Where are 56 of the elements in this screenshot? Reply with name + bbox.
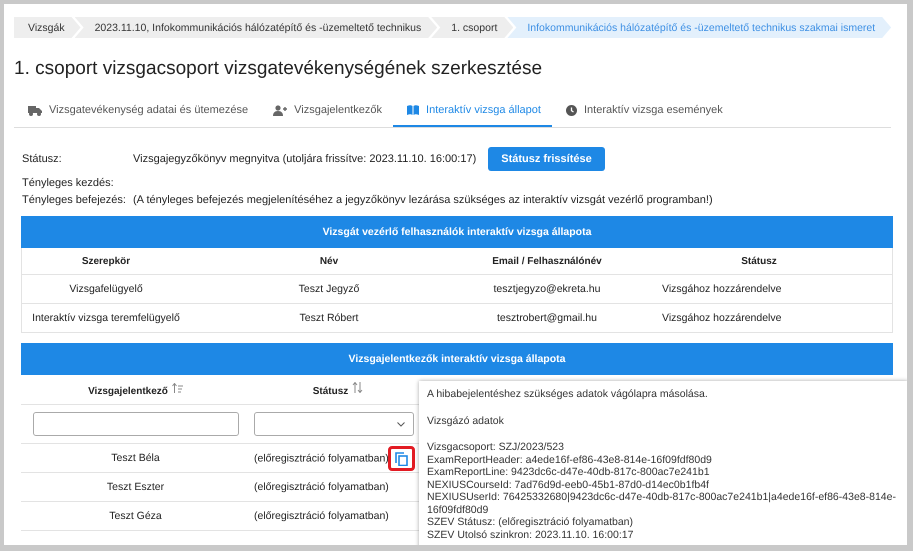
table-cell: Teszt Eszter xyxy=(21,472,250,502)
tooltip-text: SZEV Utolsó szinkron: 2023.11.10. 16:00:17 xyxy=(427,528,634,541)
tooltip-text: A hibabejelentéshez szükséges adatok vágólapra másolása. xyxy=(427,388,709,400)
sort-icon[interactable] xyxy=(352,382,364,393)
breadcrumb-item[interactable]: 2023.11.10, Infokommunikációs hálózatépítő és -üzemeltető technikus xyxy=(74,17,438,38)
table-title: Vizsgát vezérlő felhasználók interaktív vizsga állapota xyxy=(21,216,893,248)
table-cell: Vizsgafelügyelő xyxy=(22,274,190,304)
page-title: 1. csoport vizsgacsoport vizsgatevékenységének szerkesztése xyxy=(14,58,544,80)
tab[interactable]: Vizsgajelentkezők xyxy=(259,94,394,127)
table-cell: Teszt Géza xyxy=(21,502,250,530)
refresh-status-button[interactable]: Státusz frissítése xyxy=(488,147,605,171)
book-icon xyxy=(407,105,420,115)
tooltip-text: SZEV Státusz: (előregisztráció folyamatban) xyxy=(427,516,634,528)
filter-dropdown[interactable] xyxy=(254,412,414,436)
field-label: Tényleges kezdés: xyxy=(22,176,115,188)
table-cell: Teszt Béla xyxy=(21,444,250,472)
table-cell: Vizsgához hozzárendelve xyxy=(626,274,892,304)
tab[interactable]: Vizsgatevékenység adatai és ütemezése xyxy=(14,94,260,127)
tooltip-text: Vizsgacsoport: SZJ/2023/523 xyxy=(427,441,565,454)
sort-ascending-icon[interactable] xyxy=(172,382,183,392)
field-label: Tényleges befejezés: xyxy=(22,194,127,206)
field-label: Státusz: xyxy=(22,153,63,165)
table-cell: (előregisztráció folyamatban) xyxy=(254,510,389,522)
breadcrumb-item[interactable]: Vizsgák xyxy=(14,17,81,38)
tooltip-text: NEXIUSCourseId: 7ad76d9d-eeb0-45b1-87d0-d14ec0b1fb4f xyxy=(427,478,710,491)
copy-icon xyxy=(394,452,408,466)
table-cell: Vizsgához hozzárendelve xyxy=(626,304,892,332)
field-value: Vizsgajegyzőkönyv megnyitva (utoljára frissítve: 2023.11.10. 16:00:17) xyxy=(133,153,476,165)
column-header: Email / Felhasználónév xyxy=(468,248,626,274)
tooltip-text: Vizsgázó adatok xyxy=(427,414,505,427)
table-cell: tesztjegyzo@ekreta.hu xyxy=(468,274,626,304)
clock-icon xyxy=(566,104,577,116)
user-plus-icon xyxy=(273,104,288,116)
table-cell: tesztrobert@gmail.hu xyxy=(468,304,626,332)
tab[interactable]: Interaktív vizsga események xyxy=(552,94,734,127)
tab[interactable]: Interaktív vizsga állapot xyxy=(393,94,552,127)
table-cell: Teszt Jegyző xyxy=(190,274,468,304)
column-header: Név xyxy=(190,248,468,274)
tooltip-text: ExamReportLine: 9423dc6c-d47e-40db-817c-800ac7e241b1 xyxy=(427,466,711,478)
field-value: (A tényleges befejezés megjelenítéséhez a jegyzőkönyv lezárása szükséges az interaktív vizsgát vezérlő programban!) xyxy=(133,194,713,206)
copy-button[interactable] xyxy=(390,448,412,468)
column-header: Szerepkör xyxy=(22,248,190,274)
filter-input[interactable] xyxy=(32,412,238,436)
chevron-down-icon xyxy=(397,422,405,427)
breadcrumb-item[interactable]: 1. csoport xyxy=(431,17,514,38)
table-cell: Interaktív vizsga teremfelügyelő xyxy=(22,304,190,332)
table-cell: (előregisztráció folyamatban) xyxy=(254,452,389,464)
truck-icon xyxy=(28,104,42,116)
table-cell: Teszt Róbert xyxy=(190,304,468,332)
tooltip-text: ExamReportHeader: a4ede16f-ef86-43e8-814e-16f09fdf80d9 xyxy=(427,454,713,466)
column-header[interactable]: Vizsgajelentkező xyxy=(88,386,168,396)
column-header: Státusz xyxy=(626,248,892,274)
tooltip-text: NEXIUSUserId: 76425332680|9423dc6c-d47e-40db-817c-800ac7e241b1|a4ede16f-ef86-43e8-814e-16f09fdf80d9 xyxy=(427,491,897,516)
column-header[interactable]: Státusz xyxy=(312,386,348,397)
table-cell: (előregisztráció folyamatban) xyxy=(254,481,389,494)
table-title: Vizsgajelentkezők interaktív vizsga állapota xyxy=(21,343,893,375)
